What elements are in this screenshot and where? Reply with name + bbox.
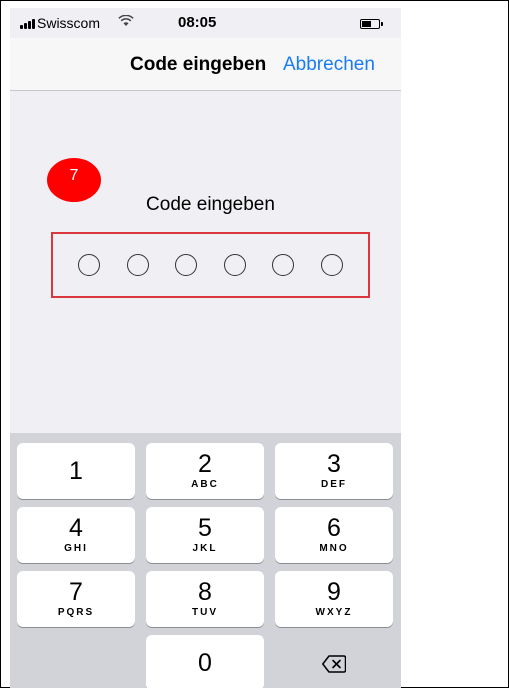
key-digit: 3 — [327, 450, 341, 478]
key-7[interactable]: 7 PQRS — [17, 571, 135, 627]
key-digit: 6 — [327, 514, 341, 542]
key-letters: MNO — [319, 543, 349, 554]
key-2[interactable]: 2 ABC — [146, 443, 264, 499]
key-letters: WXYZ — [315, 607, 353, 618]
key-letters: TUV — [192, 607, 218, 618]
key-letters: ABC — [191, 479, 219, 490]
key-digit: 5 — [198, 514, 212, 542]
key-letters: GHI — [64, 543, 88, 554]
numeric-keypad: 1 2 ABC 3 DEF 4 GHI 5 JKL 6 MNO 7 PQRS 8… — [10, 433, 401, 688]
backspace-icon — [322, 655, 346, 673]
passcode-dot — [78, 254, 101, 276]
screenshot-frame: Swisscom 08:05 Code eingeben Abbrechen 7… — [0, 0, 509, 688]
key-letters: JKL — [192, 543, 218, 554]
key-5[interactable]: 5 JKL — [146, 507, 264, 563]
key-1[interactable]: 1 — [17, 443, 135, 499]
passcode-dot — [126, 254, 149, 276]
key-digit: 2 — [198, 450, 212, 478]
key-8[interactable]: 8 TUV — [146, 571, 264, 627]
status-time: 08:05 — [178, 14, 217, 31]
key-digit: 7 — [69, 578, 83, 606]
passcode-dot — [223, 254, 246, 276]
passcode-prompt: Code eingeben — [146, 194, 275, 215]
wifi-icon — [118, 14, 134, 30]
signal-icon — [20, 19, 35, 29]
key-digit: 0 — [198, 648, 212, 677]
key-letters: PQRS — [57, 607, 95, 618]
delete-button[interactable] — [275, 641, 393, 687]
cancel-button[interactable]: Abbrechen — [283, 54, 375, 76]
nav-title: Code eingeben — [130, 54, 267, 75]
navigation-bar: Code eingeben Abbrechen — [10, 38, 401, 91]
status-bar: Swisscom 08:05 — [10, 8, 401, 38]
key-digit: 9 — [327, 578, 341, 606]
passcode-field[interactable] — [51, 232, 370, 298]
phone-screen: Swisscom 08:05 Code eingeben Abbrechen 7… — [10, 8, 401, 688]
key-9[interactable]: 9 WXYZ — [275, 571, 393, 627]
key-letters: DEF — [321, 479, 347, 490]
passcode-dot — [272, 254, 295, 276]
key-6[interactable]: 6 MNO — [275, 507, 393, 563]
key-digit: 8 — [198, 578, 212, 606]
key-3[interactable]: 3 DEF — [275, 443, 393, 499]
passcode-dot — [320, 254, 343, 276]
key-0[interactable]: 0 — [146, 635, 264, 688]
key-4[interactable]: 4 GHI — [17, 507, 135, 563]
carrier-name: Swisscom — [37, 15, 101, 31]
battery-icon — [360, 19, 383, 29]
passcode-dot — [175, 254, 198, 276]
key-digit: 1 — [69, 456, 83, 485]
key-digit: 4 — [69, 514, 83, 542]
